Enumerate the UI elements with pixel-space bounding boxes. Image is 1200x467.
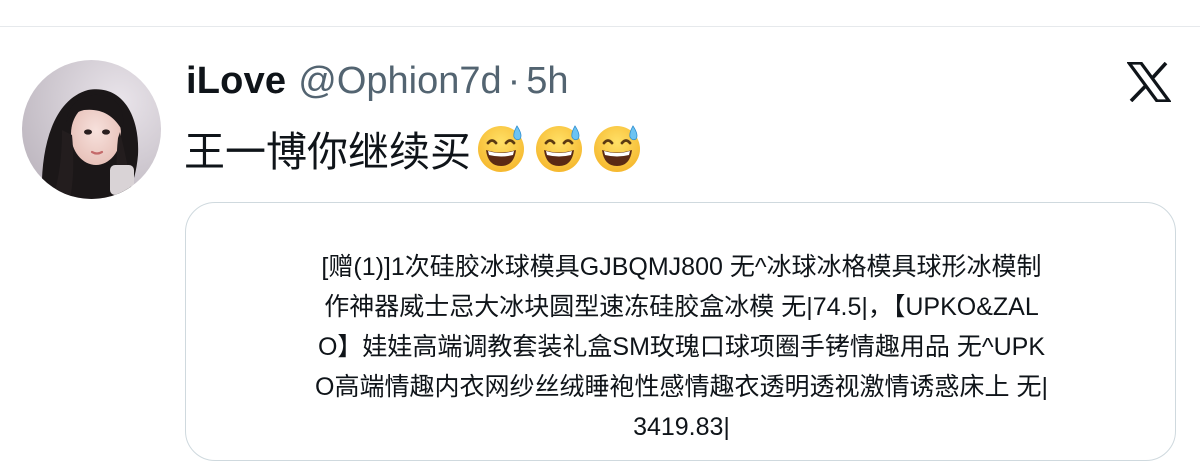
top-divider <box>0 26 1200 27</box>
card-text: [赠(1)]1次硅胶冰球模具GJBQMJ800 无^冰球冰格模具球形冰模制 作神… <box>186 247 1177 447</box>
quoted-card[interactable]: [赠(1)]1次硅胶冰球模具GJBQMJ800 无^冰球冰格模具球形冰模制 作神… <box>185 202 1176 461</box>
timestamp[interactable]: 5h <box>526 60 568 103</box>
card-line: O】娃娃高端调教套装礼盒SM玫瑰口球项圈手铐情趣用品 无^UPK <box>317 333 1046 361</box>
card-line: [赠(1)]1次硅胶冰球模具GJBQMJ800 无^冰球冰格模具球形冰模制 <box>321 253 1042 281</box>
tweet-header: iLove @Ophion7d · 5h <box>186 60 569 110</box>
card-line: 3419.83| <box>633 413 730 441</box>
separator-dot: · <box>507 60 521 102</box>
display-name[interactable]: iLove <box>186 60 286 103</box>
avatar-image <box>22 60 161 199</box>
emoji-row <box>471 122 643 174</box>
user-handle[interactable]: @Ophion7d <box>298 60 501 103</box>
grinning-face-with-sweat-icon <box>536 125 582 172</box>
card-line: 作神器威士忌大冰块圆型速冻硅胶盒冰模 无|74.5|，【UPKO&ZAL <box>324 293 1039 321</box>
tweet-text: 王一博你继续买 <box>184 118 643 178</box>
card-line: O高端情趣内衣网纱丝绒睡袍性感情趣衣透明透视激情诱惑床上 无| <box>315 373 1048 401</box>
x-logo-icon[interactable] <box>1125 61 1173 103</box>
avatar[interactable] <box>22 60 161 199</box>
tweet-page: iLove @Ophion7d · 5h 王一博你继续买 [赠(1)]1次硅胶冰… <box>0 0 1200 467</box>
grinning-face-with-sweat-icon <box>478 125 524 172</box>
tweet-body: 王一博你继续买 <box>184 129 471 175</box>
grinning-face-with-sweat-icon <box>594 125 640 172</box>
